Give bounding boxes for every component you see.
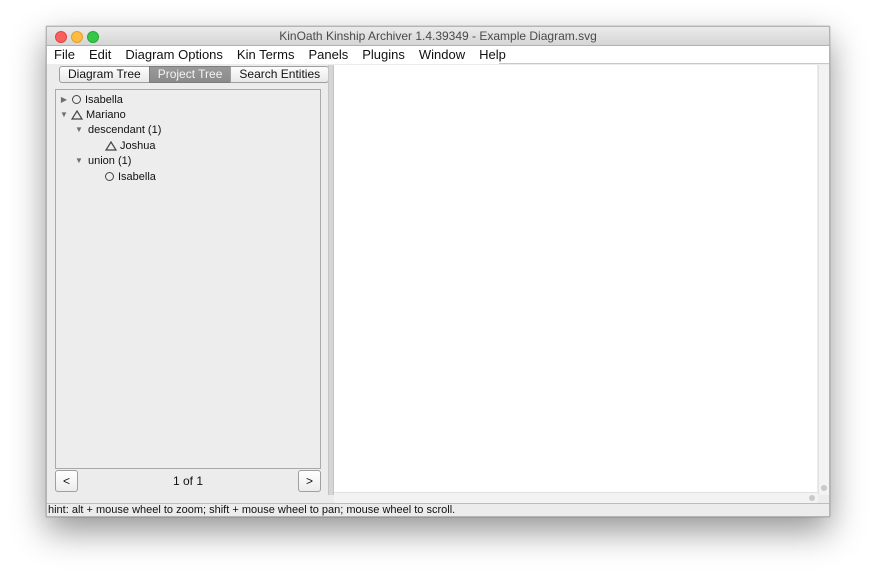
menu-edit[interactable]: Edit bbox=[82, 46, 118, 64]
tree-node-union[interactable]: ▼ union (1) bbox=[74, 153, 131, 168]
collapse-arrow-icon[interactable]: ▼ bbox=[74, 125, 84, 134]
menu-file[interactable]: File bbox=[47, 46, 82, 64]
tree-node-joshua[interactable]: Joshua bbox=[103, 138, 155, 153]
menu-window[interactable]: Window bbox=[412, 46, 472, 64]
status-hint: hint: alt + mouse wheel to zoom; shift +… bbox=[47, 503, 829, 516]
collapse-arrow-icon[interactable]: ▼ bbox=[59, 110, 69, 119]
tree-node-isabella[interactable]: ▶ Isabella bbox=[59, 92, 123, 107]
left-panel: Diagram Tree Project Tree Search Entitie… bbox=[50, 65, 330, 495]
panel-tabs: Diagram Tree Project Tree Search Entitie… bbox=[59, 66, 330, 83]
scroll-thumb-dot[interactable] bbox=[809, 495, 815, 501]
tree-node-label: descendant (1) bbox=[88, 123, 162, 136]
tree-node-descendant[interactable]: ▼ descendant (1) bbox=[74, 122, 161, 137]
window-title: KinOath Kinship Archiver 1.4.39349 - Exa… bbox=[279, 29, 597, 43]
menu-plugins[interactable]: Plugins bbox=[355, 46, 412, 64]
menu-divider bbox=[499, 63, 829, 64]
page-indicator: 1 of 1 bbox=[172, 474, 204, 488]
horizontal-scrollbar[interactable] bbox=[334, 492, 818, 503]
tree-node-isabella-union[interactable]: Isabella bbox=[102, 169, 156, 184]
menu-kin-terms[interactable]: Kin Terms bbox=[230, 46, 302, 64]
circle-icon bbox=[105, 172, 114, 181]
previous-page-button[interactable]: < bbox=[55, 470, 78, 492]
menu-bar: File Edit Diagram Options Kin Terms Pane… bbox=[47, 46, 829, 64]
title-bar[interactable]: KinOath Kinship Archiver 1.4.39349 - Exa… bbox=[47, 27, 829, 46]
project-tree[interactable]: ▶ Isabella ▼ Mariano ▼ descendant (1) Jo… bbox=[55, 89, 321, 469]
menu-help[interactable]: Help bbox=[472, 46, 513, 64]
tab-diagram-tree[interactable]: Diagram Tree bbox=[59, 66, 150, 83]
tree-node-label: union (1) bbox=[88, 154, 132, 167]
triangle-icon bbox=[105, 140, 117, 151]
tree-pager: < 1 of 1 > bbox=[55, 469, 321, 493]
expand-arrow-icon[interactable]: ▶ bbox=[59, 95, 69, 104]
tab-search-entities[interactable]: Search Entities bbox=[230, 66, 330, 83]
circle-icon bbox=[72, 95, 81, 104]
next-page-button[interactable]: > bbox=[298, 470, 321, 492]
menu-diagram-options[interactable]: Diagram Options bbox=[118, 46, 230, 64]
collapse-arrow-icon[interactable]: ▼ bbox=[74, 156, 84, 165]
triangle-icon bbox=[71, 109, 83, 120]
scroll-thumb-dot[interactable] bbox=[821, 485, 827, 491]
app-window: KinOath Kinship Archiver 1.4.39349 - Exa… bbox=[46, 26, 830, 517]
vertical-scrollbar[interactable] bbox=[818, 65, 829, 495]
tree-node-label: Isabella bbox=[118, 170, 156, 183]
menu-panels[interactable]: Panels bbox=[301, 46, 355, 64]
diagram-canvas[interactable] bbox=[334, 65, 817, 492]
tree-node-label: Joshua bbox=[120, 139, 156, 152]
tree-node-mariano[interactable]: ▼ Mariano bbox=[59, 107, 126, 122]
tab-project-tree[interactable]: Project Tree bbox=[148, 66, 232, 83]
tree-node-label: Isabella bbox=[85, 93, 123, 106]
tree-node-label: Mariano bbox=[86, 108, 126, 121]
